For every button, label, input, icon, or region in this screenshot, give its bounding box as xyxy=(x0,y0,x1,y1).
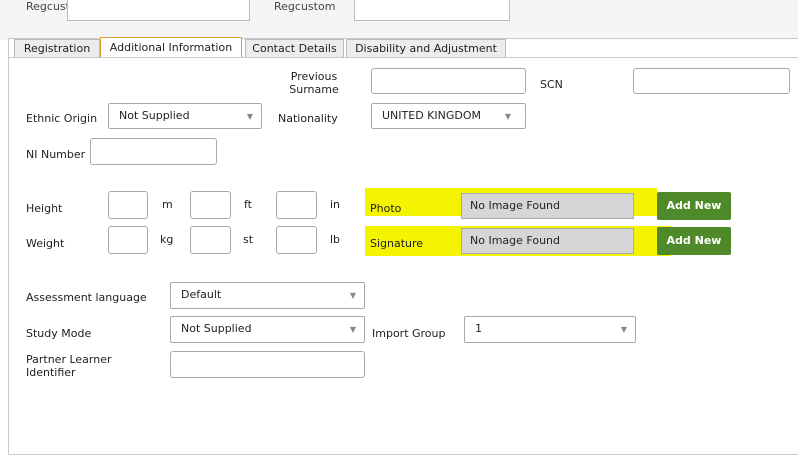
study-mode-label: Study Mode xyxy=(26,327,92,340)
add-photo-button[interactable]: Add New xyxy=(657,192,731,220)
previous-surname-input[interactable] xyxy=(371,68,526,94)
add-signature-button[interactable]: Add New xyxy=(657,227,731,255)
weight-label: Weight xyxy=(26,237,65,250)
scn-input[interactable] xyxy=(633,68,790,94)
tab-additional-information[interactable]: Additional Information xyxy=(100,37,242,57)
import-group-value: 1 xyxy=(475,322,482,335)
unit-ft-label: ft xyxy=(244,198,252,211)
unit-lb-label: lb xyxy=(330,233,341,246)
unit-m-label: m xyxy=(162,198,173,211)
unit-st-label: st xyxy=(243,233,254,246)
chevron-down-icon: ▼ xyxy=(349,325,356,334)
ni-number-label: NI Number xyxy=(26,148,86,161)
assessment-language-select[interactable]: Default ▼ xyxy=(170,282,365,309)
previous-surname-label: Previous Surname xyxy=(289,70,339,96)
ethnic-origin-select[interactable]: Not Supplied ▼ xyxy=(108,103,262,129)
assessment-language-label: Assessment language xyxy=(26,291,147,304)
ethnic-origin-label: Ethnic Origin xyxy=(26,112,98,125)
height-in-input[interactable] xyxy=(276,191,317,219)
signature-label: Signature xyxy=(370,237,424,250)
study-mode-value: Not Supplied xyxy=(181,322,252,335)
signature-field: No Image Found xyxy=(461,228,634,254)
assessment-language-value: Default xyxy=(181,288,222,301)
photo-label: Photo xyxy=(370,202,402,215)
weight-st-input[interactable] xyxy=(190,226,231,254)
nationality-select[interactable]: UNITED KINGDOM ▼ xyxy=(371,103,526,129)
height-ft-input[interactable] xyxy=(190,191,231,219)
chevron-down-icon: ▼ xyxy=(504,112,511,121)
regcustom-input-right[interactable] xyxy=(354,0,510,21)
chevron-down-icon: ▼ xyxy=(349,291,356,300)
partner-learner-identifier-input[interactable] xyxy=(170,351,365,378)
partner-learner-identifier-label: Partner Learner Identifier xyxy=(26,353,112,379)
tab-contact-details[interactable]: Contact Details xyxy=(245,39,344,57)
study-mode-select[interactable]: Not Supplied ▼ xyxy=(170,316,365,343)
weight-lb-input[interactable] xyxy=(276,226,317,254)
photo-field: No Image Found xyxy=(461,193,634,219)
scn-label: SCN xyxy=(540,78,563,91)
nationality-label: Nationality xyxy=(278,112,338,125)
ni-number-input[interactable] xyxy=(90,138,217,165)
chevron-down-icon: ▼ xyxy=(246,112,253,121)
nationality-value: UNITED KINGDOM xyxy=(382,109,481,122)
weight-kg-input[interactable] xyxy=(108,226,148,254)
unit-in-label: in xyxy=(330,198,341,211)
ethnic-origin-value: Not Supplied xyxy=(119,109,190,122)
regcustom-label-right: Regcustom xyxy=(274,0,336,13)
import-group-select[interactable]: 1 ▼ xyxy=(464,316,636,343)
height-m-input[interactable] xyxy=(108,191,148,219)
import-group-label: Import Group xyxy=(372,327,446,340)
unit-kg-label: kg xyxy=(160,233,174,246)
height-label: Height xyxy=(26,202,63,215)
tab-registration[interactable]: Registration xyxy=(14,39,100,57)
chevron-down-icon: ▼ xyxy=(620,325,627,334)
tab-disability-and-adjustment[interactable]: Disability and Adjustment xyxy=(346,39,506,57)
regcustom-input-left[interactable] xyxy=(67,0,250,21)
